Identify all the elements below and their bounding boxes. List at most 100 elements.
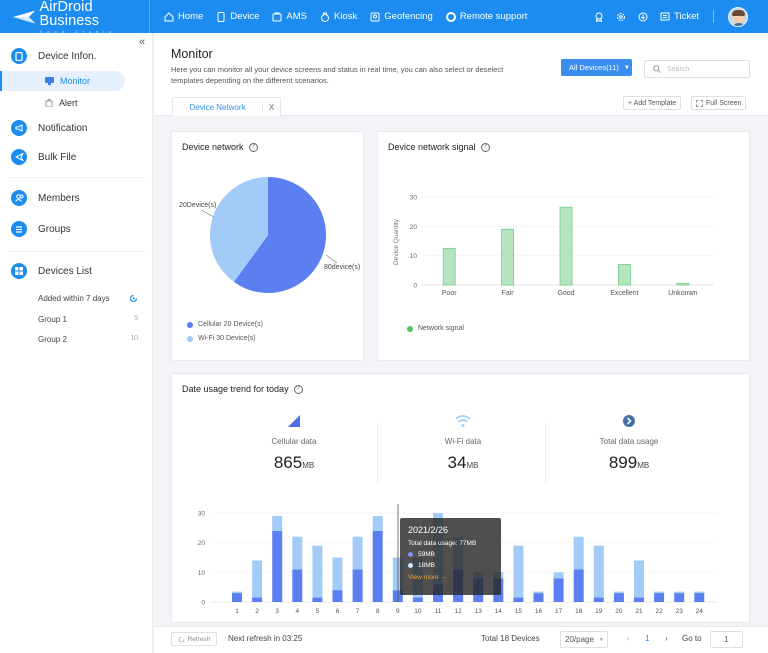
sidebar-item-device-info[interactable]: Device Infon. (11, 48, 96, 64)
wifi-icon (455, 415, 471, 427)
bar-wifi-19 (593, 545, 604, 598)
nav-geofencing[interactable]: Geofencing (370, 11, 433, 22)
remote-support-icon (445, 11, 456, 22)
stat-total: Total data usage 899MB (554, 414, 704, 473)
geofencing-icon (370, 12, 380, 21)
stat-unit: MB (466, 461, 479, 470)
x-tick-label: 5 (316, 608, 320, 615)
bar-wifi-22 (654, 591, 665, 594)
sidebar-item-label: Members (38, 192, 80, 204)
current-page[interactable]: 1 (645, 634, 649, 643)
bar-wifi-7 (352, 536, 363, 570)
next-page-button[interactable]: › (665, 634, 668, 643)
help-icon[interactable]: ? (248, 142, 258, 152)
bar-cellular-3 (272, 530, 283, 602)
list-item-group-2[interactable]: Group 2 10 (38, 335, 138, 344)
add-template-button[interactable]: + Add Template (623, 96, 682, 110)
prev-page-button[interactable]: ‹ (627, 634, 630, 643)
all-devices-dropdown[interactable]: All Devices(11) ▼ (561, 59, 632, 76)
bar-wifi-8 (372, 515, 383, 531)
tab-close-icon[interactable]: X (262, 102, 280, 112)
signal-bar-chart: 0 10 20 30 Device Quantity Poor Fair Good Excell… (393, 195, 714, 297)
tooltip-date: 2021/2/26 (408, 525, 449, 535)
sidebar-item-alert[interactable]: Alert (0, 93, 125, 113)
nav-device[interactable]: Device (216, 11, 259, 22)
per-page-select[interactable]: 20/page ▼ (560, 631, 608, 648)
ticket-button[interactable]: Ticket (660, 11, 699, 22)
x-tick-label: 9 (396, 608, 400, 615)
list-item-added-7-days[interactable]: Added within 7 days (38, 294, 138, 303)
divider (8, 177, 146, 178)
list-count: 5 (134, 315, 138, 322)
bar-cellular-20 (613, 593, 624, 602)
list-label: Group 1 (38, 315, 67, 324)
y-tick-label: 30 (410, 195, 418, 202)
sidebar-item-label: Device Infon. (38, 50, 97, 62)
bar-wifi-5 (312, 545, 323, 598)
x-tick-label: 3 (275, 608, 279, 615)
bar-wifi-4 (292, 536, 303, 570)
nav-geofencing-label: Geofencing (384, 11, 433, 22)
full-screen-label: Full Screen (706, 99, 742, 107)
sidebar-item-bulk-file[interactable]: Bulk File (11, 149, 76, 165)
refresh-button[interactable]: Refresh (171, 632, 217, 646)
stat-label: Total data usage (599, 437, 659, 446)
sidebar-item-devices-list[interactable]: Devices List (11, 263, 92, 279)
full-screen-button[interactable]: Full Screen (691, 96, 747, 110)
x-tick-label: Unkonwn (668, 290, 697, 297)
list-item-group-1[interactable]: Group 1 5 (38, 315, 138, 324)
ams-icon (272, 12, 282, 21)
nav-home-label: Home (178, 11, 204, 22)
sidebar-item-groups[interactable]: Groups (11, 221, 71, 237)
y-axis-label: Device Quantity (393, 218, 400, 265)
card-title-text: Device network signal (388, 142, 476, 152)
help-icon[interactable]: ? (293, 384, 303, 394)
nav-home[interactable]: Home (164, 11, 203, 22)
caret-down-icon: ▼ (598, 636, 604, 643)
x-tick-label: Poor (442, 290, 457, 297)
device-info-icon (11, 48, 27, 64)
goto-label: Go to (682, 634, 702, 643)
download-button[interactable] (638, 12, 648, 22)
view-more-link[interactable]: View more → (408, 574, 493, 581)
settings-button[interactable] (616, 12, 626, 22)
bar-cellular-23 (674, 593, 685, 602)
nav-device-label: Device (230, 11, 260, 22)
nav-ams[interactable]: AMS (272, 11, 307, 22)
sidebar-item-label: Devices List (38, 265, 92, 277)
pie-chart: 20Device(s) 80device(s) (179, 177, 360, 293)
sidebar-item-monitor[interactable]: Monitor (0, 71, 125, 91)
bar-cellular-10 (412, 597, 423, 602)
list-label: Added within 7 days (38, 294, 110, 303)
help-icon[interactable]: ? (480, 142, 490, 152)
caret-down-icon: ▼ (623, 64, 630, 71)
divider (377, 422, 378, 484)
sidebar-item-notification[interactable]: Notification (11, 120, 87, 136)
brand-logo[interactable]: AirDroid Business Sand Studio (0, 0, 150, 33)
award-button[interactable] (594, 12, 604, 22)
x-tick-label: 7 (356, 608, 360, 615)
goto-page-input[interactable]: 1 (710, 631, 743, 648)
user-avatar[interactable] (728, 6, 748, 27)
monitor-icon (45, 77, 54, 85)
fullscreen-icon (696, 99, 703, 107)
page-description: Here you can monitor all your device scr… (171, 65, 504, 85)
divider (8, 251, 146, 252)
legend-network-signal: Network signal (407, 325, 464, 332)
x-tick-label: Good (557, 290, 574, 297)
chart-tooltip: 2021/2/26 Total data usage: 77MB 59MB 18… (400, 518, 501, 595)
x-tick-label: 17 (555, 608, 563, 615)
x-tick-label: 14 (495, 608, 503, 615)
search-input[interactable]: Search (644, 60, 750, 78)
collapse-sidebar-icon[interactable]: « (139, 36, 145, 48)
sidebar-item-label: Bulk File (38, 151, 77, 163)
next-refresh-text: Next refresh in 03:25 (228, 634, 303, 643)
x-tick-label: 1 (235, 608, 239, 615)
tab-device-network[interactable]: Device Network X (172, 97, 281, 116)
divider (545, 422, 546, 484)
sidebar-item-label: Alert (59, 98, 78, 108)
tooltip-total: Total data usage: 77MB (408, 540, 477, 547)
nav-kiosk[interactable]: Kiosk (320, 11, 357, 22)
sidebar-item-members[interactable]: Members (11, 190, 80, 206)
nav-remote-support[interactable]: Remote support (445, 11, 527, 22)
